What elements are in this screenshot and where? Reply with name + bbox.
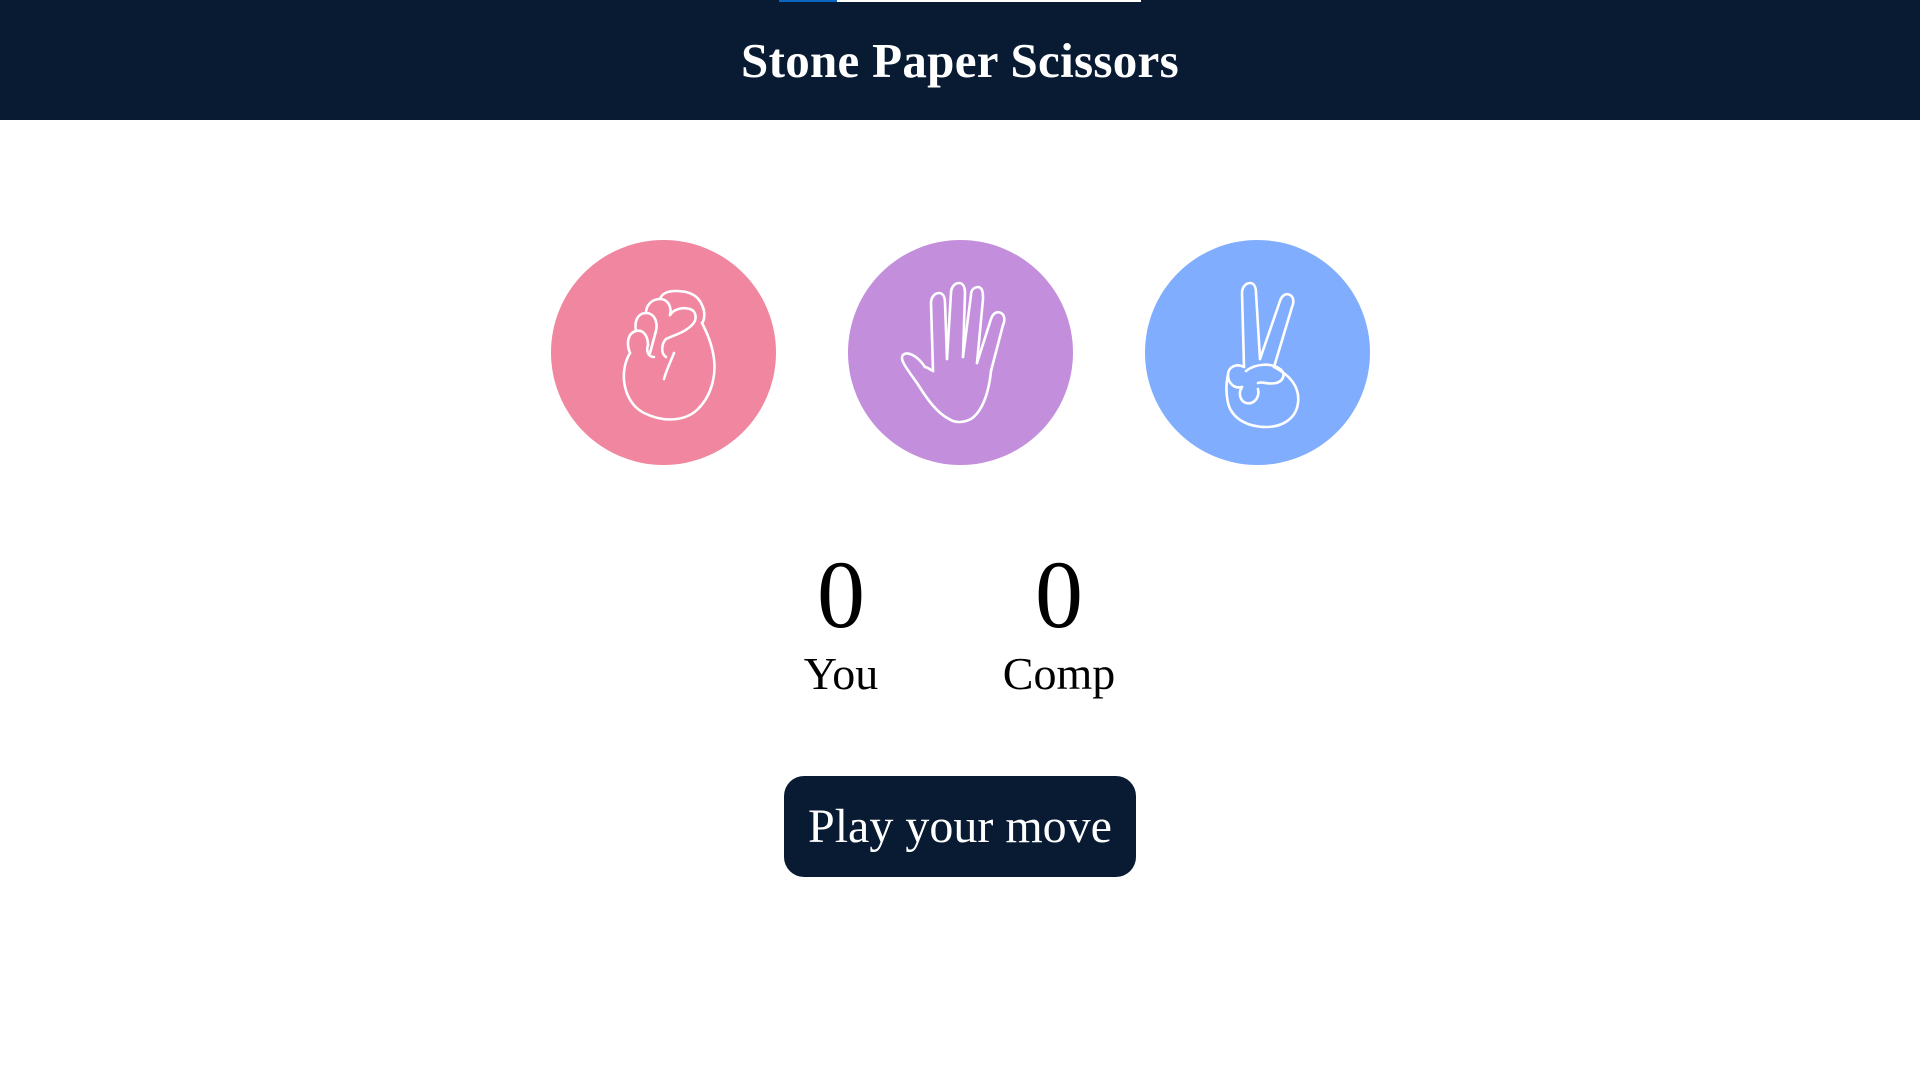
user-score: 0 You [751,540,931,702]
choice-scissors[interactable] [1145,240,1370,465]
message-box: Play your move [784,776,1136,877]
choices-row [0,240,1920,466]
peace-hand-icon [1224,281,1299,428]
comp-score-value: 0 [1035,541,1083,648]
app-header: Stone Paper Scissors [0,0,1920,120]
page-load-progress-fill [779,0,837,2]
page-title: Stone Paper Scissors [741,32,1179,88]
fist-icon [622,289,716,421]
open-hand-icon [900,281,1006,423]
comp-score-label: Comp [1002,648,1116,699]
page-load-progress [779,0,1141,2]
comp-score: 0 Comp [969,540,1149,702]
choice-stone[interactable] [551,240,776,465]
user-score-label: You [803,648,879,699]
choice-paper[interactable] [848,240,1073,465]
user-score-value: 0 [817,541,865,648]
